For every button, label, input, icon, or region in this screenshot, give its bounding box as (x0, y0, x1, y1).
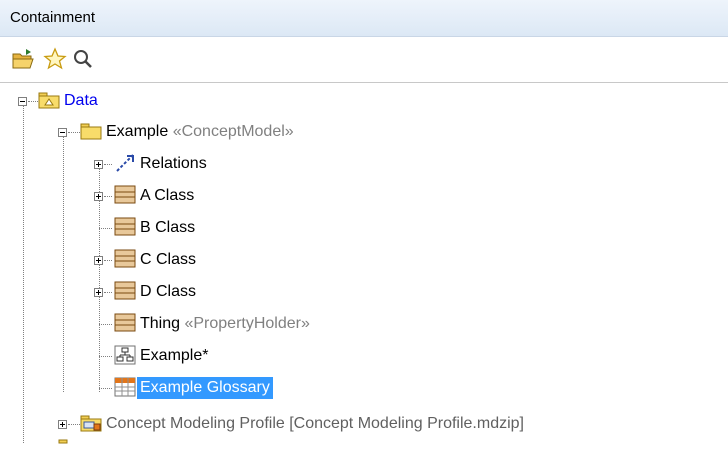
tree-node-label: B Class (140, 219, 196, 236)
profile-icon (80, 415, 102, 432)
search-icon[interactable] (70, 46, 96, 72)
diagram-icon (114, 345, 136, 365)
toolbar (0, 37, 728, 83)
folder-icon (80, 123, 102, 140)
tree-node-label: Relations (140, 155, 207, 172)
star-icon[interactable] (42, 46, 68, 72)
package-icon (38, 92, 60, 109)
class-icon (114, 185, 136, 204)
tree-node-label: C Class (140, 251, 197, 268)
tree-node-c-class[interactable]: C Class (0, 245, 728, 275)
package-icon (58, 439, 68, 444)
tree-node-a-class[interactable]: A Class (0, 181, 728, 211)
tree-node-label: A Class (140, 187, 195, 204)
class-icon (114, 249, 136, 268)
panel-titlebar: Containment (0, 0, 728, 37)
tree-node-label: Example* (140, 347, 209, 364)
tree-node-profile[interactable]: Concept Modeling Profile [Concept Modeli… (0, 409, 728, 439)
tree-node-b-class[interactable]: B Class (0, 213, 728, 243)
expand-toggle[interactable] (94, 192, 103, 201)
stereotype-label: «ConceptModel» (172, 123, 294, 140)
tree-node-label: D Class (140, 283, 197, 300)
collapse-toggle[interactable] (58, 128, 67, 137)
stereotype-label: «PropertyHolder» (184, 315, 310, 332)
tree-node-diagram[interactable]: Example* (0, 341, 728, 371)
tree-node-data[interactable]: Data (0, 86, 728, 116)
tree-node-label: Data (64, 92, 98, 109)
expand-toggle[interactable] (94, 288, 103, 297)
tree-node-label: Example (106, 123, 169, 140)
collapse-toggle[interactable] (18, 97, 27, 106)
tree-node-label: Concept Modeling Profile [Concept Modeli… (106, 415, 524, 432)
glossary-table-icon (114, 377, 136, 397)
folder-open-icon[interactable] (10, 46, 36, 72)
tree-node-label: Example Glossary (137, 377, 273, 399)
expand-toggle[interactable] (58, 420, 67, 429)
tree-node-thing[interactable]: Thing «PropertyHolder» (0, 309, 728, 339)
relations-icon (116, 154, 134, 172)
tree-node-relations[interactable]: Relations (0, 149, 728, 179)
tree-node-label: Thing (140, 315, 181, 332)
class-icon (114, 217, 136, 236)
class-icon (114, 313, 136, 332)
expand-toggle[interactable] (94, 160, 103, 169)
tree-node-example[interactable]: Example «ConceptModel» (0, 117, 728, 147)
tree-node-glossary[interactable]: Example Glossary (0, 373, 728, 403)
class-icon (114, 281, 136, 300)
tree-node-d-class[interactable]: D Class (0, 277, 728, 307)
expand-toggle[interactable] (94, 256, 103, 265)
containment-tree: Data Example «ConceptModel» Relations A … (0, 84, 728, 444)
panel-title: Containment (10, 9, 96, 26)
